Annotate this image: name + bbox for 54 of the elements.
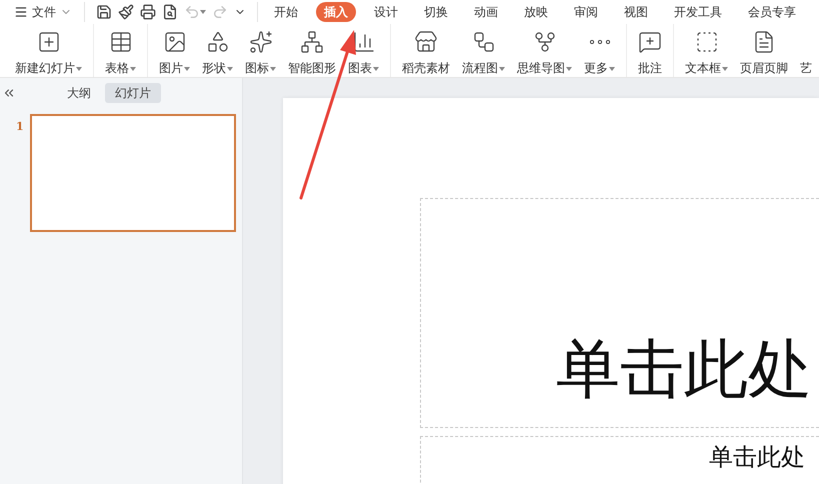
ribbon-tab[interactable]: 开始 [266, 2, 306, 22]
ribbon-button[interactable]: 图标 [239, 24, 282, 77]
slide-subtitle: 单击此处 [709, 443, 805, 471]
ribbon-tab[interactable]: 动画 [466, 2, 506, 22]
sparkle-icon [248, 30, 272, 54]
ribbon-tab[interactable]: 会员专享 [740, 2, 804, 22]
brush-icon [118, 4, 134, 20]
table-icon [108, 30, 132, 54]
save-icon [96, 4, 112, 20]
flowchart-icon [472, 30, 496, 54]
ribbon-button[interactable]: 思维导图 [511, 24, 578, 77]
undo-icon [184, 4, 200, 20]
ribbon-button[interactable]: 稻壳素材 [396, 24, 456, 77]
store-icon [414, 30, 438, 54]
more-icon [590, 40, 610, 44]
ribbon-button[interactable]: 艺 [794, 24, 818, 77]
ribbon-tab[interactable]: 审阅 [566, 2, 606, 22]
ribbon-button[interactable]: 智能图形 [282, 24, 342, 77]
text-box-icon [694, 30, 718, 54]
ribbon-tab[interactable]: 切换 [416, 2, 456, 22]
ribbon-button[interactable]: 页眉页脚 [734, 24, 794, 77]
ribbon-tab[interactable]: 放映 [516, 2, 556, 22]
panel-tab[interactable]: 大纲 [57, 83, 101, 103]
ribbon-button[interactable]: 图片 [153, 24, 196, 77]
ribbon-button[interactable]: 形状 [196, 24, 239, 77]
ribbon-button[interactable]: 流程图 [456, 24, 511, 77]
new-slide-icon [36, 30, 60, 54]
ribbon-tab[interactable]: 设计 [366, 2, 406, 22]
redo-icon [212, 4, 228, 20]
ribbon-button[interactable]: 更多 [578, 24, 621, 77]
comment-icon [638, 30, 662, 54]
ribbon-button[interactable]: 表格 [99, 24, 142, 77]
slide-number: 1 [16, 119, 24, 135]
title-placeholder[interactable]: 单击此处 [420, 198, 819, 428]
shapes-icon [206, 30, 230, 54]
ribbon-button[interactable]: 图表 [342, 24, 385, 77]
image-icon [162, 30, 186, 54]
bar-chart-icon [352, 30, 376, 54]
file-menu[interactable]: 文件 [10, 0, 76, 24]
ribbon-button[interactable]: 新建幻灯片 [9, 24, 88, 77]
subtitle-placeholder[interactable]: 单击此处 [420, 436, 819, 484]
menu-icon [14, 5, 28, 19]
diagram-icon [300, 30, 324, 54]
slide-title: 单击此处 [556, 332, 812, 409]
printer-icon [140, 4, 156, 20]
ribbon-tab[interactable]: 视图 [616, 2, 656, 22]
ribbon-button[interactable]: 文本框 [679, 24, 734, 77]
ribbon-button[interactable]: 批注 [632, 24, 668, 77]
caret-icon [200, 10, 206, 14]
slide-thumbnail[interactable] [30, 114, 236, 232]
preview-icon [162, 4, 178, 20]
panel-tab[interactable]: 幻灯片 [105, 83, 161, 103]
ribbon-tab[interactable]: 开发工具 [666, 2, 730, 22]
mind-map-icon [532, 30, 556, 54]
